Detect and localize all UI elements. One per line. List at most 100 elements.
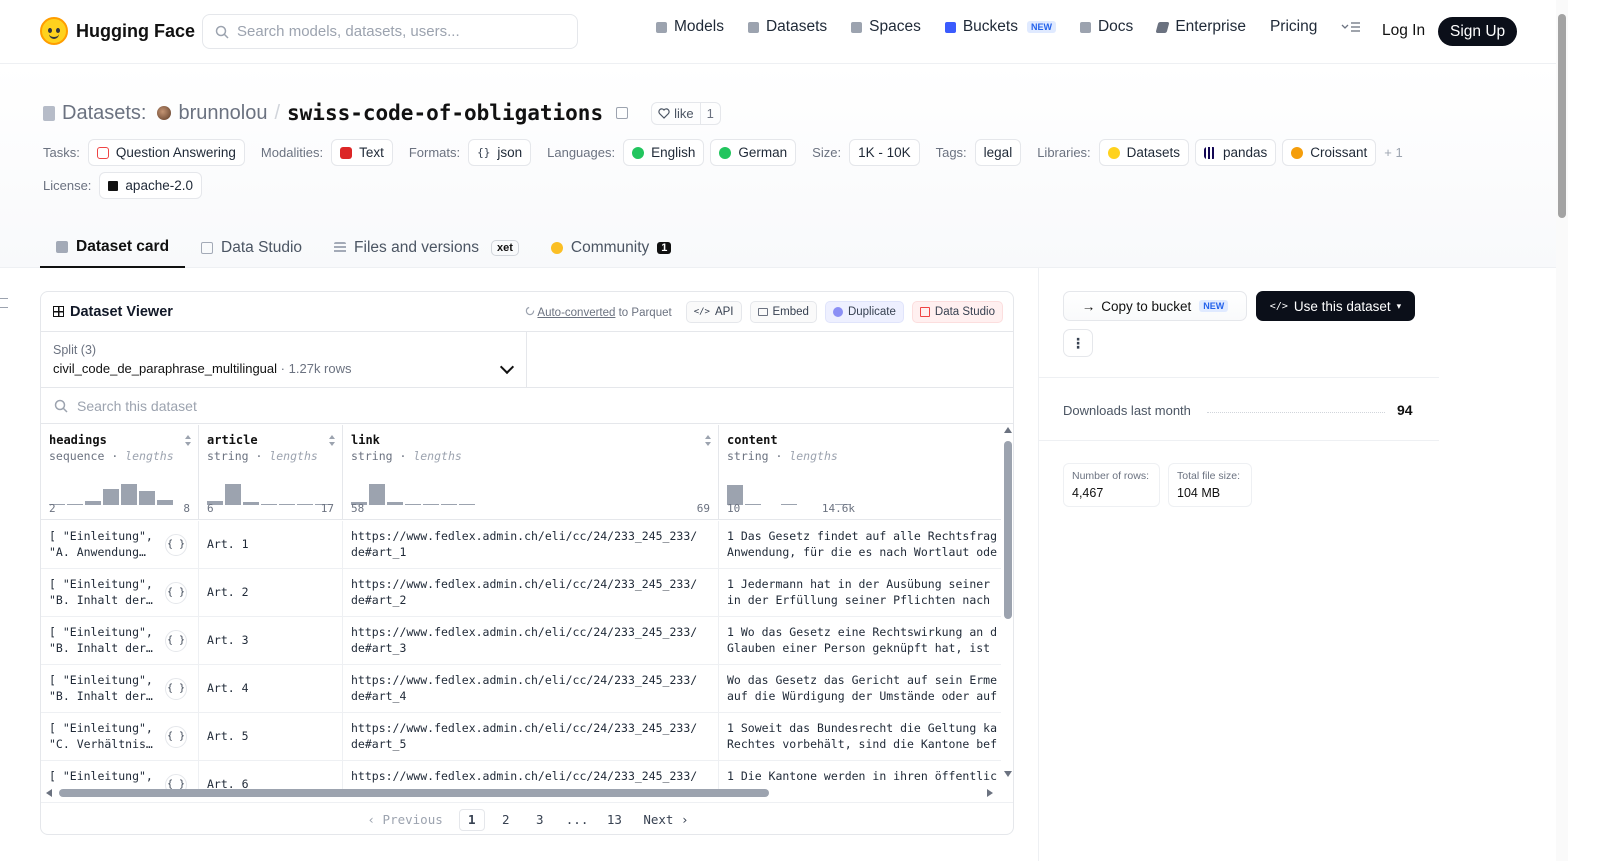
scroll-right-icon[interactable] — [987, 789, 993, 797]
dataset-search-input[interactable] — [77, 397, 477, 414]
global-search-input[interactable] — [237, 23, 557, 40]
auto-converted-link[interactable]: Auto-converted — [537, 307, 615, 319]
nav-item-docs[interactable]: Docs — [1079, 18, 1133, 36]
api-button[interactable]: </> API — [685, 301, 742, 323]
duplicate-button[interactable]: Duplicate — [824, 301, 904, 323]
more-libraries-link[interactable]: + 1 — [1384, 145, 1402, 160]
tab-files-and-versions[interactable]: Files and versions xet — [318, 227, 535, 268]
histogram-max: 14.6k — [821, 502, 855, 515]
scroll-left-icon[interactable] — [46, 789, 52, 797]
cell-headings: [ "Einleitung", "B. Inhalt der…{ } — [41, 569, 199, 617]
more-options-button[interactable]: ⋮ — [1063, 329, 1093, 357]
sort-icon[interactable] — [185, 435, 192, 446]
page-scroll-thumb[interactable] — [1558, 14, 1566, 218]
sort-icon[interactable] — [705, 435, 712, 446]
page-scrollbar[interactable] — [1556, 0, 1568, 861]
split-label: Split (3) — [53, 343, 97, 357]
tab-data-studio[interactable]: Data Studio — [185, 227, 318, 268]
page-1-button[interactable]: 1 — [458, 808, 485, 831]
column-header-headings[interactable]: headings sequence · lengths 2 8 — [41, 425, 199, 520]
tag-chip-legal[interactable]: legal — [974, 139, 1022, 166]
owner-link[interactable]: brunnolou — [178, 102, 267, 125]
nav-item-spaces[interactable]: Spaces — [851, 18, 921, 36]
format-chip[interactable]: {} json — [468, 139, 532, 166]
page-13-button[interactable]: 13 — [601, 809, 627, 831]
horizontal-scroll-thumb[interactable] — [59, 789, 769, 797]
table-row[interactable]: [ "Einleitung", "C. Verhältnis…{ } Art. 5… — [41, 713, 1001, 761]
signup-button[interactable]: Sign Up — [1438, 17, 1518, 46]
library-chip-pandas[interactable]: pandas — [1194, 139, 1277, 166]
copy-to-bucket-button[interactable]: → Copy to bucket NEW — [1063, 291, 1247, 321]
column-header-link[interactable]: link string · lengths 58 69 — [343, 425, 719, 520]
copy-icon[interactable] — [616, 107, 629, 119]
dataset-viewer: Dataset Viewer Auto-converted to Parquet… — [40, 291, 1014, 835]
table-row[interactable]: [ "Einleitung",{ } Art. 6 https://www.fedl… — [41, 761, 1001, 789]
page-3-button[interactable]: 3 — [527, 809, 553, 831]
task-chip[interactable]: Question Answering — [87, 139, 245, 166]
modalities-label: Modalities: — [260, 145, 324, 160]
embed-button[interactable]: Embed — [749, 301, 817, 323]
table-row[interactable]: [ "Einleitung", "B. Inhalt der…{ } Art. 2… — [41, 569, 1001, 617]
brand-name: Hugging Face — [76, 20, 196, 41]
expand-json-icon[interactable]: { } — [165, 534, 187, 556]
dataset-search[interactable] — [41, 388, 1013, 424]
rows-stat: Number of rows: 4,467 — [1063, 463, 1160, 507]
table-row[interactable]: [ "Einleitung", "B. Inhalt der…{ } Art. 3… — [41, 617, 1001, 665]
nav-item-datasets[interactable]: Datasets — [747, 18, 827, 36]
pandas-icon — [1203, 146, 1216, 159]
code-icon: </> — [693, 307, 710, 317]
previous-page-button[interactable]: ‹ Previous — [359, 812, 450, 827]
data-studio-button[interactable]: Data Studio — [911, 301, 1003, 323]
table-vertical-scrollbar[interactable] — [1003, 425, 1013, 785]
cell-link: https://www.fedlex.admin.ch/eli/cc/24/23… — [343, 761, 719, 789]
like-button[interactable]: like 1 — [651, 101, 721, 125]
column-header-article[interactable]: article string · lengths 6 17 — [199, 425, 343, 520]
side-menu-handle-icon[interactable] — [0, 298, 8, 308]
next-page-button[interactable]: Next › — [635, 812, 696, 827]
nav-item-models[interactable]: Models — [656, 18, 724, 36]
modality-chip[interactable]: Text — [331, 139, 393, 166]
column-header-content[interactable]: content string · lengths 10 14.6k — [719, 425, 1001, 520]
scroll-down-icon[interactable] — [1004, 771, 1012, 777]
size-chip[interactable]: 1K - 10K — [849, 139, 920, 166]
cell-article: Art. 2 — [199, 569, 343, 617]
downloads-label: Downloads last month — [1063, 403, 1191, 418]
use-this-dataset-button[interactable]: </> Use this dataset ▾ — [1256, 291, 1415, 321]
cell-headings: [ "Einleitung",{ } — [41, 761, 199, 789]
histogram-min: 6 — [207, 502, 214, 515]
histogram-min: 10 — [727, 502, 741, 515]
globe-icon — [719, 146, 732, 159]
cell-article: Art. 1 — [199, 521, 343, 569]
global-search[interactable] — [202, 14, 578, 49]
more-menu-button[interactable] — [1341, 21, 1361, 33]
table-row[interactable]: [ "Einleitung", "A. Anwendung…{ } Art. 1h… — [41, 521, 1001, 569]
expand-json-icon[interactable]: { } — [165, 726, 187, 748]
license-chip[interactable]: apache-2.0 — [99, 172, 202, 199]
logo-link[interactable]: Hugging Face — [40, 17, 195, 45]
tab-community[interactable]: Community 1 — [535, 227, 688, 268]
library-chip-croissant[interactable]: Croissant — [1282, 139, 1377, 166]
vertical-scroll-thumb[interactable] — [1004, 441, 1012, 619]
nav-item-enterprise[interactable]: Enterprise — [1155, 18, 1246, 36]
text-modality-icon — [340, 146, 353, 159]
table-row[interactable]: [ "Einleitung", "B. Inhalt der…{ } Art. 4… — [41, 665, 1001, 713]
nav-item-buckets[interactable]: Buckets NEW — [944, 18, 1056, 36]
split-selector[interactable]: Split (3) civil_code_de_paraphrase_multi… — [41, 332, 527, 388]
language-chip-english[interactable]: English — [623, 139, 705, 166]
expand-json-icon[interactable]: { } — [165, 582, 187, 604]
scroll-up-icon[interactable] — [1004, 427, 1012, 433]
language-chip-german[interactable]: German — [710, 139, 797, 166]
library-chip-datasets[interactable]: Datasets — [1098, 139, 1189, 166]
nav-item-pricing[interactable]: Pricing — [1270, 18, 1317, 36]
chevron-down-icon: ▾ — [1396, 300, 1402, 311]
expand-json-icon[interactable]: { } — [165, 678, 187, 700]
expand-json-icon[interactable]: { } — [165, 630, 187, 652]
page-2-button[interactable]: 2 — [493, 809, 519, 831]
tab-dataset-card[interactable]: Dataset card — [40, 227, 186, 268]
sort-icon[interactable] — [329, 435, 336, 446]
histogram-max: 17 — [320, 502, 334, 515]
file-size-label: Total file size: — [1177, 470, 1241, 482]
login-link[interactable]: Log In — [1382, 22, 1425, 40]
table-horizontal-scrollbar[interactable] — [41, 786, 1001, 800]
repo-name-link[interactable]: swiss-code-of-obligations — [287, 101, 603, 125]
